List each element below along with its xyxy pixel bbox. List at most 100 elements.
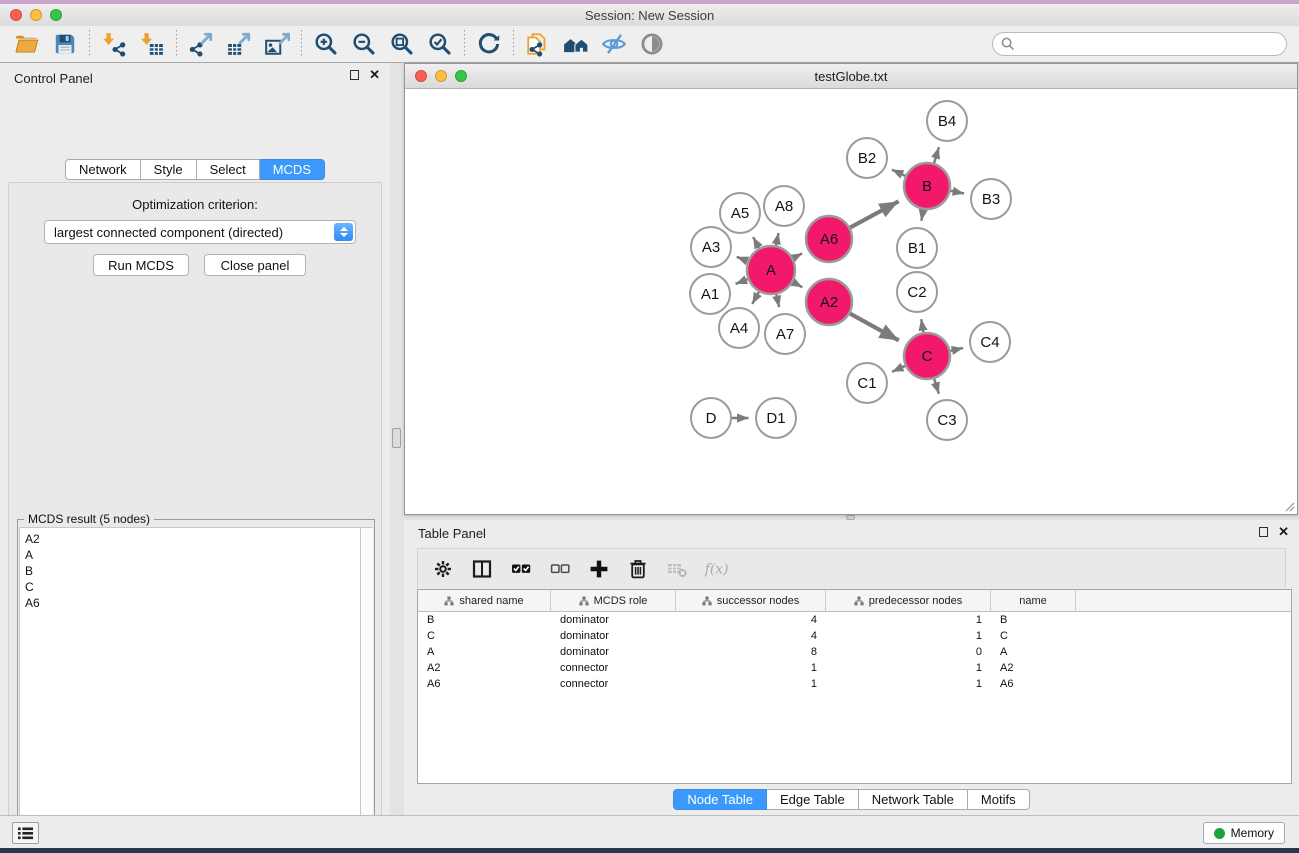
hide-selected-eye-off-button[interactable]: [595, 28, 633, 60]
cell-successor-nodes[interactable]: 1: [676, 662, 826, 674]
tab-edge-table[interactable]: Edge Table: [767, 789, 859, 810]
tab-select[interactable]: Select: [197, 159, 260, 180]
edge-B-B1[interactable]: [921, 210, 923, 221]
settings-gear-button[interactable]: [430, 556, 456, 582]
node-B4[interactable]: B4: [927, 101, 967, 141]
mcds-result-list[interactable]: A2ABCA6: [19, 527, 361, 853]
vertical-divider-handle[interactable]: [392, 428, 401, 448]
delete-trash-button[interactable]: [625, 556, 651, 582]
node-C1[interactable]: C1: [847, 363, 887, 403]
node-C3[interactable]: C3: [927, 400, 967, 440]
table-panel-float-icon[interactable]: [1259, 527, 1268, 537]
edge-C-C4[interactable]: [950, 348, 963, 351]
zoom-selected-button[interactable]: [421, 28, 459, 60]
cell-shared-name[interactable]: B: [418, 614, 551, 626]
export-image-button[interactable]: [258, 28, 296, 60]
cell-shared-name[interactable]: A2: [418, 662, 551, 674]
edge-A-A7[interactable]: [776, 294, 779, 307]
neighbors-home-button[interactable]: [557, 28, 595, 60]
result-item[interactable]: A6: [25, 595, 360, 611]
deselect-all-checkboxes-button[interactable]: [547, 556, 573, 582]
column-header-predecessor-nodes[interactable]: predecessor nodes: [826, 590, 991, 611]
table-row[interactable]: Cdominator41C: [418, 628, 1291, 644]
table-row[interactable]: Adominator80A: [418, 644, 1291, 660]
edge-A2-C[interactable]: [850, 314, 899, 341]
search-input[interactable]: [992, 32, 1287, 56]
edge-C-C3[interactable]: [934, 379, 939, 394]
cell-name[interactable]: A6: [991, 678, 1076, 690]
cell-predecessor-nodes[interactable]: 1: [826, 630, 991, 642]
cell-shared-name[interactable]: A: [418, 646, 551, 658]
edge-A-A4[interactable]: [752, 292, 759, 304]
node-A6[interactable]: A6: [806, 216, 852, 262]
node-B3[interactable]: B3: [971, 179, 1011, 219]
cell-name[interactable]: C: [991, 630, 1076, 642]
task-history-button[interactable]: [12, 822, 39, 844]
edge-A-A3[interactable]: [737, 257, 748, 261]
edge-A6-B[interactable]: [850, 201, 899, 227]
cell-name[interactable]: B: [991, 614, 1076, 626]
control-panel-float-icon[interactable]: [350, 70, 359, 80]
edge-A-A6[interactable]: [793, 253, 802, 258]
edge-B-B3[interactable]: [951, 191, 965, 194]
open-file-button[interactable]: [8, 28, 46, 60]
zoom-fit-button[interactable]: [383, 28, 421, 60]
edge-A-A8[interactable]: [776, 233, 779, 246]
import-network-button[interactable]: [95, 28, 133, 60]
cell-name[interactable]: A: [991, 646, 1076, 658]
node-A7[interactable]: A7: [765, 314, 805, 354]
cell-predecessor-nodes[interactable]: 0: [826, 646, 991, 658]
cell-predecessor-nodes[interactable]: 1: [826, 678, 991, 690]
cell-shared-name[interactable]: C: [418, 630, 551, 642]
tab-style[interactable]: Style: [141, 159, 197, 180]
node-C4[interactable]: C4: [970, 322, 1010, 362]
cell-successor-nodes[interactable]: 8: [676, 646, 826, 658]
table-row[interactable]: A6connector11A6: [418, 676, 1291, 692]
select-all-checkboxes-button[interactable]: [508, 556, 534, 582]
edge-B-B4[interactable]: [934, 147, 939, 163]
save-session-button[interactable]: [46, 28, 84, 60]
tab-network-table[interactable]: Network Table: [859, 789, 968, 810]
table-panel-close-icon[interactable]: ✕: [1278, 527, 1289, 537]
tab-motifs[interactable]: Motifs: [968, 789, 1030, 810]
criterion-dropdown[interactable]: largest connected component (directed): [44, 220, 356, 244]
export-table-button[interactable]: [220, 28, 258, 60]
node-A3[interactable]: A3: [691, 227, 731, 267]
table-row[interactable]: A2connector11A2: [418, 660, 1291, 676]
node-A5[interactable]: A5: [720, 193, 760, 233]
close-panel-button[interactable]: Close panel: [204, 254, 306, 276]
column-header-successor-nodes[interactable]: successor nodes: [676, 590, 826, 611]
node-D[interactable]: D: [691, 398, 731, 438]
edge-C-C1[interactable]: [892, 366, 905, 372]
cell-MCDS-role[interactable]: connector: [551, 678, 676, 690]
edge-B-B2[interactable]: [892, 170, 905, 176]
table-row[interactable]: Bdominator41B: [418, 612, 1291, 628]
columns-button[interactable]: [469, 556, 495, 582]
tab-network[interactable]: Network: [65, 159, 141, 180]
edge-A-A2[interactable]: [793, 282, 802, 287]
cell-MCDS-role[interactable]: dominator: [551, 630, 676, 642]
result-item[interactable]: A2: [25, 531, 360, 547]
cell-predecessor-nodes[interactable]: 1: [826, 614, 991, 626]
cell-MCDS-role[interactable]: dominator: [551, 646, 676, 658]
node-C2[interactable]: C2: [897, 272, 937, 312]
cell-MCDS-role[interactable]: dominator: [551, 614, 676, 626]
edge-A-A5[interactable]: [753, 237, 759, 248]
node-B2[interactable]: B2: [847, 138, 887, 178]
column-header-shared-name[interactable]: shared name: [418, 590, 551, 611]
column-header-MCDS-role[interactable]: MCDS role: [551, 590, 676, 611]
node-A2[interactable]: A2: [806, 279, 852, 325]
apply-layout-button[interactable]: [470, 28, 508, 60]
mcds-result-scrollbar[interactable]: [360, 527, 373, 853]
cell-predecessor-nodes[interactable]: 1: [826, 662, 991, 674]
network-graph-canvas[interactable]: B4B2BB3A5A8A6B1A3AC2A1A2A4A7C4CC1C3DD1: [406, 90, 1296, 514]
node-C[interactable]: C: [904, 333, 950, 379]
cell-shared-name[interactable]: A6: [418, 678, 551, 690]
zoom-out-button[interactable]: [345, 28, 383, 60]
run-mcds-button[interactable]: Run MCDS: [93, 254, 189, 276]
node-A[interactable]: A: [747, 246, 795, 294]
node-A4[interactable]: A4: [719, 308, 759, 348]
result-item[interactable]: A: [25, 547, 360, 563]
tab-node-table[interactable]: Node Table: [673, 789, 767, 810]
cell-successor-nodes[interactable]: 4: [676, 630, 826, 642]
